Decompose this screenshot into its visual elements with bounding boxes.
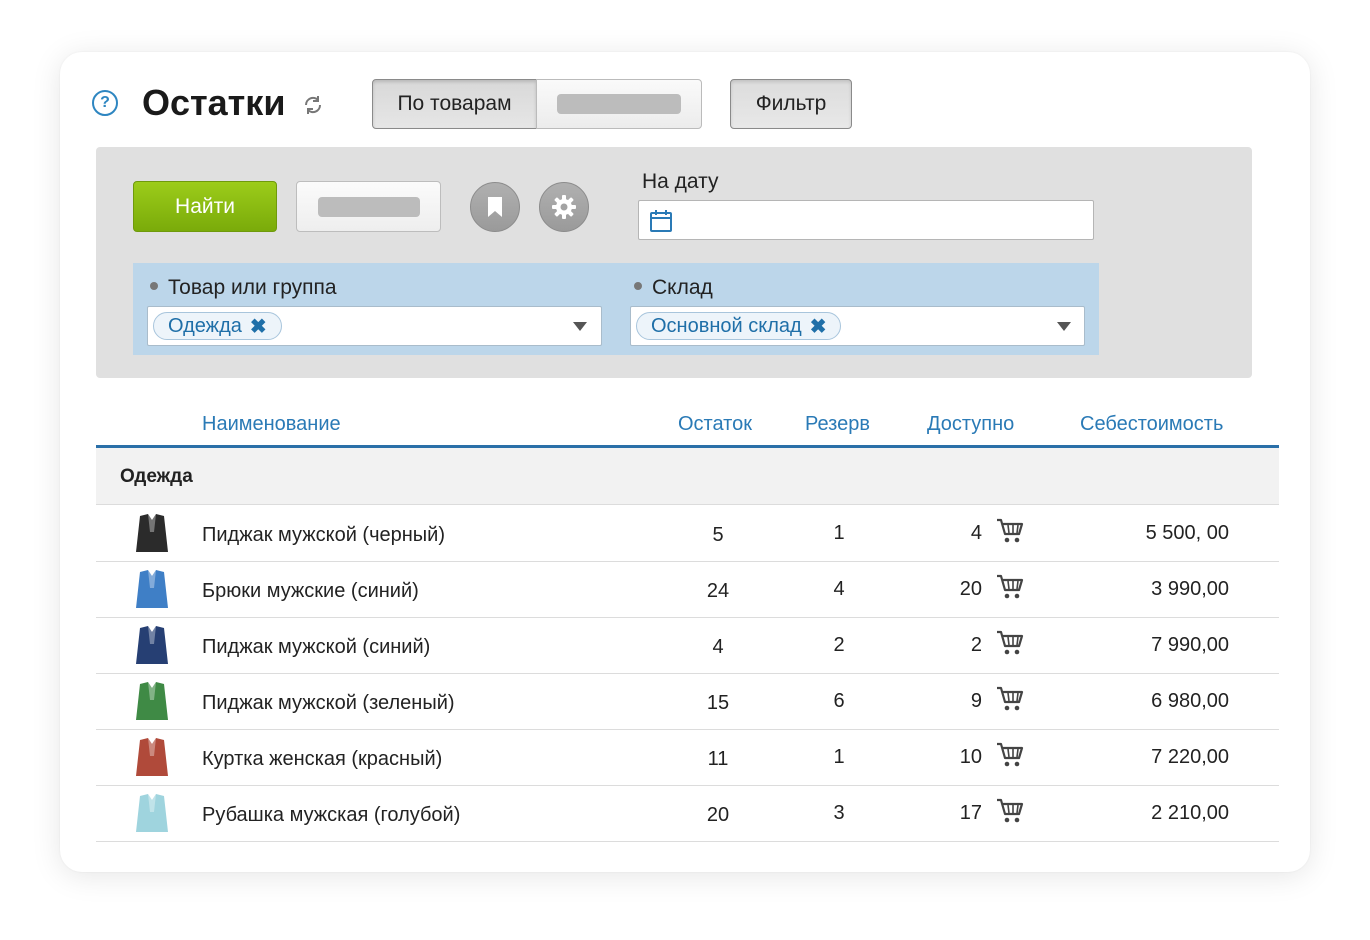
chevron-down-icon[interactable] bbox=[1057, 322, 1071, 331]
column-header-reserve[interactable]: Резерв bbox=[805, 413, 870, 436]
warehouse-filter-label: Склад bbox=[634, 276, 713, 300]
stock-value: 20 bbox=[706, 804, 730, 826]
date-input[interactable] bbox=[638, 200, 1094, 240]
goods-tag-label: Одежда bbox=[168, 314, 242, 337]
product-thumbnail bbox=[136, 514, 168, 552]
date-label: На дату bbox=[642, 170, 719, 193]
product-name[interactable]: Брюки мужские (синий) bbox=[202, 580, 419, 603]
available-value: 9 bbox=[970, 690, 982, 712]
column-header-stock[interactable]: Остаток bbox=[678, 413, 752, 436]
tab-second[interactable] bbox=[536, 79, 702, 129]
bullet-icon bbox=[634, 282, 642, 291]
product-thumbnail bbox=[136, 738, 168, 776]
cart-icon[interactable] bbox=[996, 630, 1024, 656]
product-name[interactable]: Пиджак мужской (черный) bbox=[202, 524, 445, 547]
product-name[interactable]: Куртка женская (красный) bbox=[202, 748, 442, 771]
remove-tag-icon[interactable]: ✖ bbox=[250, 314, 267, 339]
table-row[interactable]: Пиджак мужской (черный) 5 1 4 5 500, 00 bbox=[96, 506, 1279, 562]
goods-tag: Одежда ✖ bbox=[153, 312, 282, 340]
available-value: 4 bbox=[970, 522, 982, 544]
cost-value: 3 990,00 bbox=[1151, 578, 1229, 600]
placeholder-label bbox=[317, 196, 420, 217]
gear-icon bbox=[552, 195, 576, 219]
table-row[interactable]: Рубашка мужская (голубой) 20 3 17 2 210,00 bbox=[96, 786, 1279, 842]
product-thumbnail bbox=[136, 626, 168, 664]
cart-icon[interactable] bbox=[996, 574, 1024, 600]
goods-filter-text: Товар или группа bbox=[168, 276, 337, 299]
secondary-button[interactable] bbox=[296, 181, 441, 232]
chevron-down-icon[interactable] bbox=[573, 322, 587, 331]
bookmark-icon bbox=[488, 197, 502, 217]
cart-icon[interactable] bbox=[996, 686, 1024, 712]
stock-value: 5 bbox=[712, 524, 724, 546]
product-thumbnail bbox=[136, 682, 168, 720]
product-name[interactable]: Рубашка мужская (голубой) bbox=[202, 804, 460, 827]
stock-value: 4 bbox=[712, 636, 724, 658]
bullet-icon bbox=[150, 282, 158, 291]
warehouse-tag: Основной склад ✖ bbox=[636, 312, 842, 340]
column-header-available[interactable]: Доступно bbox=[927, 413, 1014, 436]
column-header-name[interactable]: Наименование bbox=[202, 413, 341, 436]
available-value: 17 bbox=[959, 802, 982, 824]
table-row[interactable]: Пиджак мужской (синий) 4 2 2 7 990,00 bbox=[96, 618, 1279, 674]
stock-value: 24 bbox=[706, 580, 730, 602]
settings-button[interactable] bbox=[539, 182, 589, 232]
reserve-value: 1 bbox=[833, 746, 845, 768]
available-value: 20 bbox=[959, 578, 982, 600]
calendar-icon[interactable] bbox=[649, 209, 673, 233]
group-row[interactable]: Одежда bbox=[96, 448, 1279, 505]
stock-value: 15 bbox=[706, 692, 730, 714]
cost-value: 5 500, 00 bbox=[1145, 522, 1229, 544]
find-button-label: Найти bbox=[175, 194, 235, 218]
table-row[interactable]: Куртка женская (красный) 11 1 10 7 220,00 bbox=[96, 730, 1279, 786]
remove-tag-icon[interactable]: ✖ bbox=[810, 314, 827, 339]
reserve-value: 4 bbox=[833, 578, 845, 600]
warehouse-filter-text: Склад bbox=[652, 276, 713, 299]
stock-value: 11 bbox=[707, 748, 729, 770]
refresh-icon[interactable] bbox=[302, 94, 324, 116]
cart-icon[interactable] bbox=[996, 518, 1024, 544]
cost-value: 6 980,00 bbox=[1151, 690, 1229, 712]
product-thumbnail bbox=[136, 570, 168, 608]
cost-value: 7 990,00 bbox=[1151, 634, 1229, 656]
cost-value: 2 210,00 bbox=[1151, 802, 1229, 824]
warehouse-tag-label: Основной склад bbox=[651, 314, 802, 337]
cart-icon[interactable] bbox=[996, 798, 1024, 824]
filter-button[interactable]: Фильтр bbox=[730, 79, 852, 129]
table-row[interactable]: Пиджак мужской (зеленый) 15 6 9 6 980,00 bbox=[96, 674, 1279, 730]
tab-by-goods[interactable]: По товарам bbox=[372, 79, 537, 129]
reserve-value: 3 bbox=[833, 802, 845, 824]
table-row[interactable]: Брюки мужские (синий) 24 4 20 3 990,00 bbox=[96, 562, 1279, 618]
cost-value: 7 220,00 bbox=[1151, 746, 1229, 768]
reserve-value: 6 bbox=[833, 690, 845, 712]
page-title: Остатки bbox=[142, 82, 286, 123]
product-thumbnail bbox=[136, 794, 168, 832]
bookmark-button[interactable] bbox=[470, 182, 520, 232]
group-name: Одежда bbox=[120, 466, 193, 487]
goods-filter-label: Товар или группа bbox=[150, 276, 337, 300]
placeholder-label bbox=[557, 94, 681, 114]
reserve-value: 1 bbox=[833, 522, 845, 544]
warehouse-select[interactable]: Основной склад ✖ bbox=[630, 306, 1085, 346]
help-icon[interactable]: ? bbox=[92, 90, 118, 116]
column-header-cost[interactable]: Себестоимость bbox=[1080, 413, 1223, 436]
goods-select[interactable]: Одежда ✖ bbox=[147, 306, 602, 346]
available-value: 10 bbox=[959, 746, 982, 768]
cart-icon[interactable] bbox=[996, 742, 1024, 768]
reserve-value: 2 bbox=[833, 634, 845, 656]
available-value: 2 bbox=[970, 634, 982, 656]
find-button[interactable]: Найти bbox=[133, 181, 277, 232]
product-name[interactable]: Пиджак мужской (синий) bbox=[202, 636, 430, 659]
filter-button-label: Фильтр bbox=[755, 92, 827, 115]
product-name[interactable]: Пиджак мужской (зеленый) bbox=[202, 692, 455, 715]
tab-by-goods-label: По товарам bbox=[397, 92, 512, 115]
